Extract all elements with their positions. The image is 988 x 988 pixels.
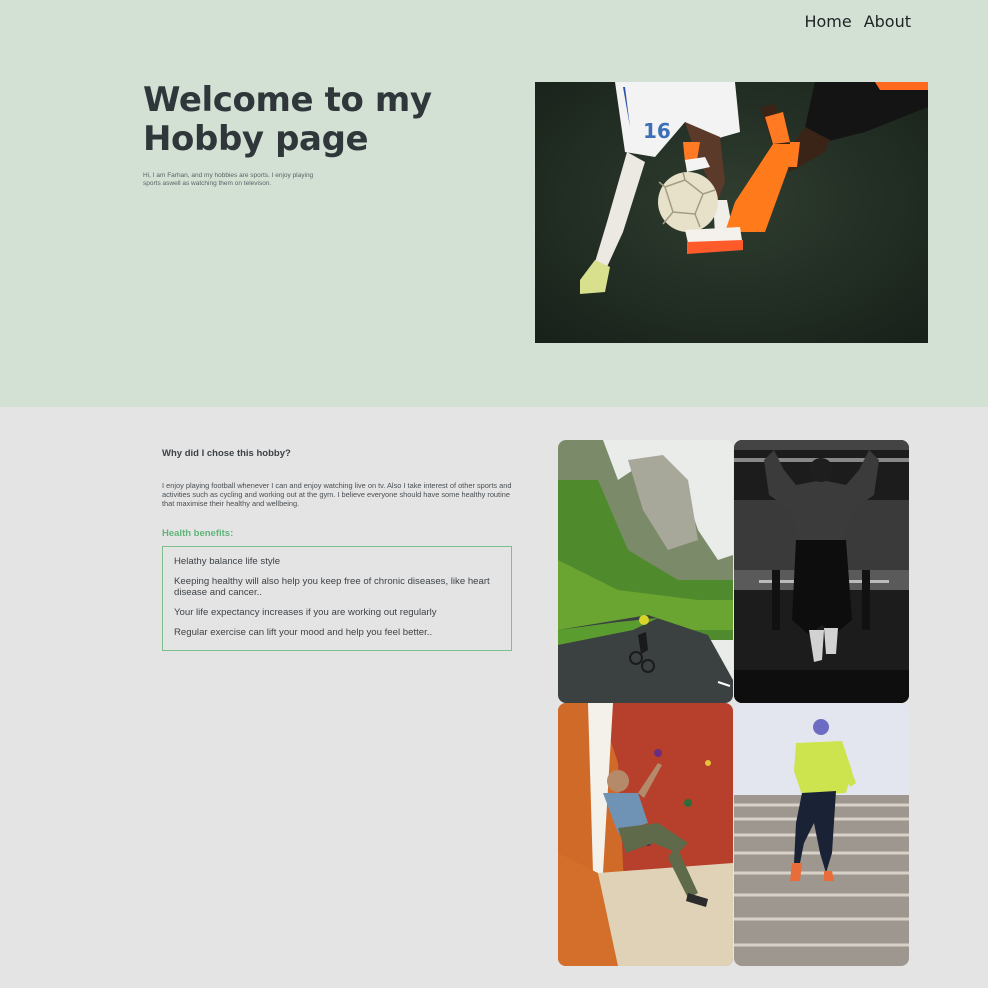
jersey-number: 16 bbox=[643, 119, 671, 143]
why-paragraph: I enjoy playing football whenever I can … bbox=[162, 481, 512, 508]
benefit-item: Helathy balance life style bbox=[174, 556, 281, 567]
benefit-item: Regular exercise can lift your mood and … bbox=[174, 627, 433, 638]
cycling-photo bbox=[558, 440, 733, 703]
football-players-photo: 16 bbox=[535, 82, 928, 343]
benefits-list: Helathy balance life style Keeping healt… bbox=[162, 546, 512, 651]
page-title: Welcome to my Hobby page bbox=[143, 80, 432, 159]
stair-running-photo bbox=[734, 703, 909, 966]
benefit-item: Your life expectancy increases if you ar… bbox=[174, 607, 437, 618]
intro-text: Hi, I am Farhan, and my hobbies are spor… bbox=[143, 172, 314, 187]
hero-section: Home About Welcome to my Hobby page Hi, … bbox=[0, 0, 988, 407]
top-nav: Home About bbox=[804, 12, 911, 31]
pull-up-photo bbox=[734, 440, 909, 703]
benefit-item: Keeping healthy will also help you keep … bbox=[174, 576, 490, 598]
nav-home-link[interactable]: Home bbox=[804, 12, 851, 31]
climbing-photo bbox=[558, 703, 733, 966]
nav-about-link[interactable]: About bbox=[864, 12, 911, 31]
why-heading: Why did I chose this hobby? bbox=[162, 448, 291, 459]
photo-gallery bbox=[558, 440, 909, 966]
benefits-heading: Health benefits: bbox=[162, 528, 234, 539]
